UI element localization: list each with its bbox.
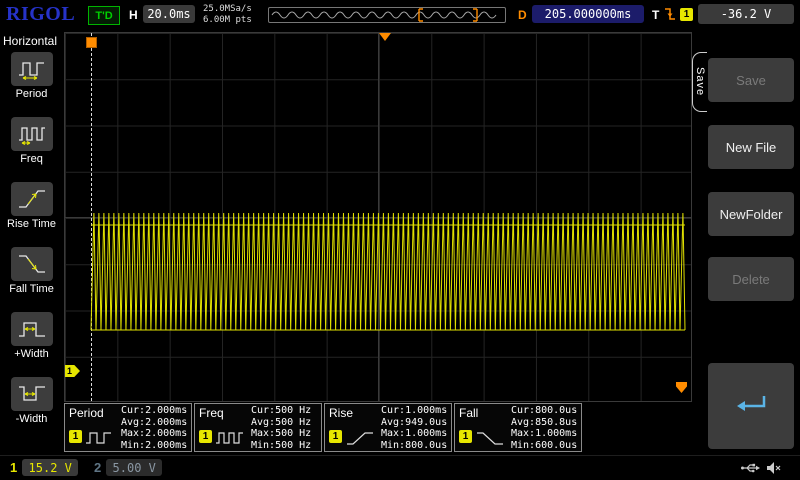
measure-sidebar: Horizontal Period Freq — [0, 30, 63, 455]
measurement-cur: Cur:800.0us — [511, 405, 577, 417]
measurement-name: Period — [69, 406, 104, 420]
measurement-max: Max:500 Hz — [251, 428, 311, 440]
back-button[interactable] — [708, 363, 794, 449]
sidebar-item-rise-time[interactable]: Rise Time — [0, 180, 63, 245]
sidebar-item-label: Fall Time — [9, 284, 54, 295]
channel1-number: 1 — [10, 460, 17, 475]
channel-badge: 1 — [69, 430, 82, 443]
new-folder-button[interactable]: NewFolder — [708, 192, 794, 236]
measurement-avg: Avg:850.8us — [511, 417, 577, 429]
trigger-source-badge: 1 — [680, 8, 693, 21]
measurement-max: Max:1.000ms — [511, 428, 577, 440]
save-button[interactable]: Save — [708, 58, 794, 102]
channel2-number: 2 — [94, 460, 101, 475]
measurement-min: Min:2.000ms — [121, 440, 187, 452]
trigger-label: T — [652, 8, 659, 22]
measurement-freq: Freq 1 Cur:500 Hz Avg:500 Hz Max:500 Hz … — [194, 403, 322, 452]
timebase-value[interactable]: 20.0ms — [143, 5, 195, 23]
delay-value[interactable]: 205.000000ms — [532, 5, 644, 23]
channel2-scale: 5.00 V — [106, 459, 162, 476]
channel1-scale: 15.2 V — [22, 459, 78, 476]
menu-tab-save: Save — [692, 52, 707, 112]
rise-waveform-icon — [345, 430, 375, 451]
trigger-status-badge: T'D — [88, 6, 120, 25]
minus-width-icon — [11, 377, 53, 411]
falling-edge-icon — [664, 6, 676, 27]
oscilloscope-screen: RIGOL T'D H 20.0ms 25.0MSa/s 6.00M pts D… — [0, 0, 800, 480]
channel-bar: 1 15.2 V 2 5.00 V — [0, 455, 800, 480]
fall-waveform-icon — [475, 430, 505, 451]
measurement-period: Period 1 Cur:2.000ms Avg:2.000ms Max:2.0… — [64, 403, 192, 452]
measurement-cur: Cur:2.000ms — [121, 405, 187, 417]
measurement-avg: Avg:2.000ms — [121, 417, 187, 429]
measurement-min: Min:800.0us — [381, 440, 447, 452]
usb-icon — [740, 461, 760, 480]
acquisition-info: 25.0MSa/s 6.00M pts — [203, 4, 252, 26]
fall-time-icon — [11, 247, 53, 281]
measurement-min: Min:500 Hz — [251, 440, 311, 452]
sidebar-item-label: Freq — [20, 154, 43, 165]
measurement-min: Min:600.0us — [511, 440, 577, 452]
return-arrow-icon — [731, 390, 771, 423]
horizontal-label: H — [129, 8, 138, 22]
measurement-row: Period 1 Cur:2.000ms Avg:2.000ms Max:2.0… — [64, 403, 692, 453]
channel2-indicator[interactable]: 2 5.00 V — [94, 459, 162, 476]
freq-waveform-icon — [215, 430, 245, 451]
measurement-max: Max:2.000ms — [121, 428, 187, 440]
sample-rate: 25.0MSa/s — [203, 4, 252, 15]
measurement-name: Rise — [329, 406, 353, 420]
preview-waveform-icon — [269, 8, 505, 22]
menu-tab-label: Save — [694, 67, 706, 96]
sidebar-item-label: Rise Time — [7, 219, 56, 230]
sidebar-item-label: -Width — [16, 414, 48, 425]
speaker-muted-icon — [766, 461, 782, 480]
delay-label: D — [518, 8, 527, 22]
trigger-level-value[interactable]: -36.2 V — [698, 4, 794, 24]
period-waveform-icon — [85, 430, 115, 451]
period-icon — [11, 52, 53, 86]
rise-time-icon — [11, 182, 53, 216]
sidebar-title: Horizontal — [0, 30, 63, 50]
measurement-fall: Fall 1 Cur:800.0us Avg:850.8us Max:1.000… — [454, 403, 582, 452]
measurement-name: Fall — [459, 406, 478, 420]
sidebar-item-label: +Width — [14, 349, 49, 360]
freq-icon — [11, 117, 53, 151]
sidebar-item-period[interactable]: Period — [0, 50, 63, 115]
delay-position-marker[interactable] — [379, 33, 391, 41]
measurement-avg: Avg:949.0us — [381, 417, 447, 429]
memory-depth: 6.00M pts — [203, 15, 252, 26]
measurement-avg: Avg:500 Hz — [251, 417, 311, 429]
channel-badge: 1 — [199, 430, 212, 443]
rigol-logo: RIGOL — [6, 3, 75, 26]
channel1-indicator[interactable]: 1 15.2 V — [10, 459, 78, 476]
measurement-cur: Cur:1.000ms — [381, 405, 447, 417]
measurement-cur: Cur:500 Hz — [251, 405, 311, 417]
channel-badge: 1 — [329, 430, 342, 443]
channel-badge: 1 — [459, 430, 472, 443]
delete-button[interactable]: Delete — [708, 257, 794, 301]
display-area: 1 — [64, 32, 692, 402]
softkey-menu: Save Save New File NewFolder Delete — [692, 30, 800, 455]
sidebar-item-plus-width[interactable]: +Width — [0, 310, 63, 375]
measurement-rise: Rise 1 Cur:1.000ms Avg:949.0us Max:1.000… — [324, 403, 452, 452]
trigger-position-marker[interactable] — [86, 37, 97, 48]
measurement-name: Freq — [199, 406, 224, 420]
sidebar-item-minus-width[interactable]: -Width — [0, 375, 63, 440]
measurement-max: Max:1.000ms — [381, 428, 447, 440]
sidebar-item-freq[interactable]: Freq — [0, 115, 63, 180]
new-file-button[interactable]: New File — [708, 125, 794, 169]
waveform-preview — [268, 7, 506, 23]
plus-width-icon — [11, 312, 53, 346]
status-bar: RIGOL T'D H 20.0ms 25.0MSa/s 6.00M pts D… — [0, 0, 800, 30]
sidebar-item-label: Period — [16, 89, 48, 100]
sidebar-item-fall-time[interactable]: Fall Time — [0, 245, 63, 310]
channel1-waveform — [65, 33, 693, 403]
